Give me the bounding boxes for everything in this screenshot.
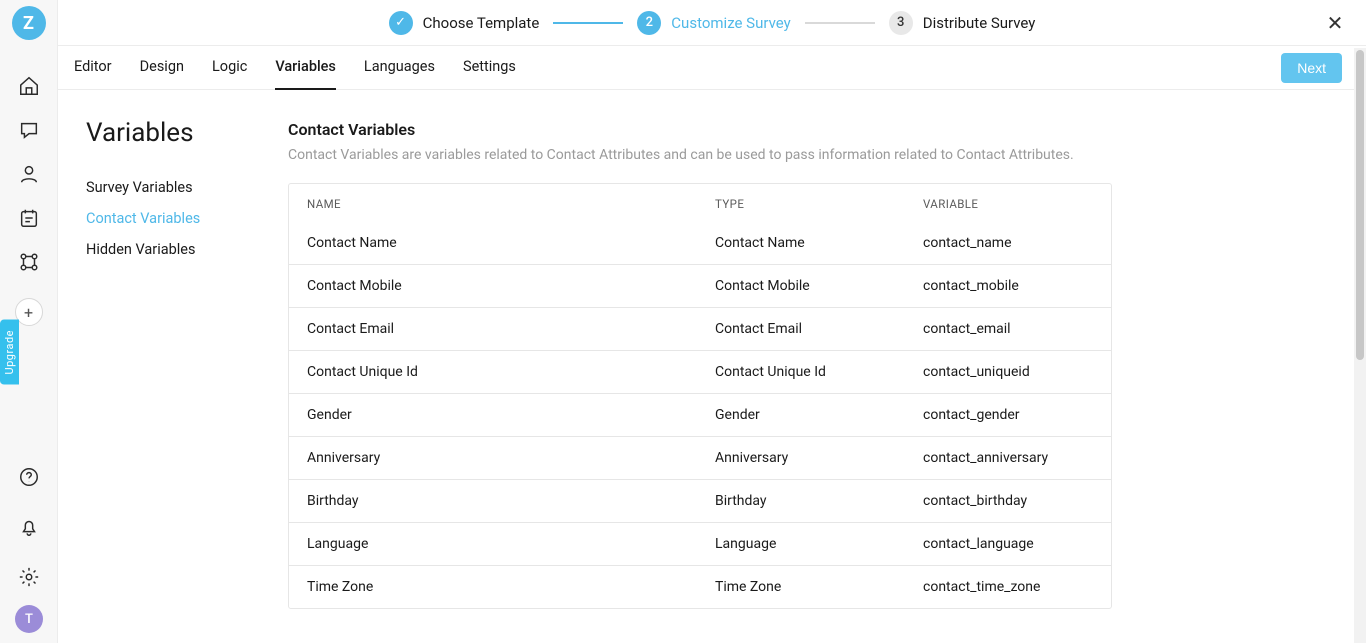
variables-subsidebar: Variables Survey Variables Contact Varia… <box>58 90 268 643</box>
next-button[interactable]: Next <box>1281 53 1342 83</box>
stepper-bar: ✓ Choose Template 2 Customize Survey 3 D… <box>58 0 1366 46</box>
notifications-icon[interactable] <box>9 507 49 547</box>
cell-type: Contact Unique Id <box>697 351 905 393</box>
content-area: Variables Survey Variables Contact Varia… <box>58 90 1354 643</box>
step-connector <box>805 22 875 24</box>
sidebar-item-survey-variables[interactable]: Survey Variables <box>86 172 268 203</box>
step-customize-survey[interactable]: 2 Customize Survey <box>637 11 790 35</box>
upgrade-tab[interactable]: Upgrade <box>0 320 19 385</box>
cell-type: Birthday <box>697 480 905 522</box>
cell-variable: contact_email <box>905 308 1111 350</box>
step-choose-template[interactable]: ✓ Choose Template <box>389 11 540 35</box>
check-icon: ✓ <box>389 11 413 35</box>
nav-home-icon[interactable] <box>9 66 49 106</box>
cell-type: Gender <box>697 394 905 436</box>
col-header-type: TYPE <box>697 184 905 222</box>
plus-icon: + <box>24 303 33 322</box>
col-header-variable: VARIABLE <box>905 184 1111 222</box>
scrollbar-thumb[interactable] <box>1356 50 1364 360</box>
table-row[interactable]: Contact MobileContact Mobilecontact_mobi… <box>289 264 1111 307</box>
table-row[interactable]: Contact EmailContact Emailcontact_email <box>289 307 1111 350</box>
step-number-icon: 3 <box>889 11 913 35</box>
cell-type: Anniversary <box>697 437 905 479</box>
close-icon[interactable]: ✕ <box>1324 12 1346 34</box>
cell-name: Contact Email <box>289 308 697 350</box>
cell-name: Contact Mobile <box>289 265 697 307</box>
step-label: Choose Template <box>423 14 540 32</box>
table-row[interactable]: Contact NameContact Namecontact_name <box>289 222 1111 264</box>
sidebar-item-contact-variables[interactable]: Contact Variables <box>86 203 268 234</box>
cell-variable: contact_birthday <box>905 480 1111 522</box>
nav-chat-icon[interactable] <box>9 110 49 150</box>
table-row[interactable]: Time ZoneTime Zonecontact_time_zone <box>289 565 1111 608</box>
upgrade-label: Upgrade <box>3 330 16 375</box>
tab-variables[interactable]: Variables <box>275 46 336 90</box>
app-logo-letter: Z <box>23 13 34 34</box>
help-icon[interactable] <box>9 457 49 497</box>
col-header-name: NAME <box>289 184 697 222</box>
cell-name: Time Zone <box>289 566 697 608</box>
avatar-letter: T <box>25 612 33 627</box>
app-logo[interactable]: Z <box>12 6 46 40</box>
cell-variable: contact_uniqueid <box>905 351 1111 393</box>
table-header-row: NAME TYPE VARIABLE <box>289 184 1111 222</box>
cell-variable: contact_time_zone <box>905 566 1111 608</box>
cell-name: Birthday <box>289 480 697 522</box>
step-label: Customize Survey <box>671 14 790 32</box>
cell-name: Anniversary <box>289 437 697 479</box>
nav-contacts-icon[interactable] <box>9 154 49 194</box>
cell-name: Contact Name <box>289 222 697 264</box>
step-label: Distribute Survey <box>923 14 1036 32</box>
cell-name: Contact Unique Id <box>289 351 697 393</box>
cell-variable: contact_anniversary <box>905 437 1111 479</box>
cell-type: Language <box>697 523 905 565</box>
user-avatar[interactable]: T <box>15 605 43 633</box>
tab-settings[interactable]: Settings <box>463 46 516 90</box>
cell-type: Time Zone <box>697 566 905 608</box>
table-row[interactable]: GenderGendercontact_gender <box>289 393 1111 436</box>
tab-design[interactable]: Design <box>140 46 184 90</box>
variables-table: NAME TYPE VARIABLE Contact NameContact N… <box>288 183 1112 609</box>
sidebar-item-hidden-variables[interactable]: Hidden Variables <box>86 234 268 265</box>
section-title: Contact Variables <box>288 120 1324 139</box>
rail-bottom-group: T <box>0 455 58 633</box>
cell-variable: contact_gender <box>905 394 1111 436</box>
section-description: Contact Variables are variables related … <box>288 147 1324 163</box>
cell-name: Gender <box>289 394 697 436</box>
tab-languages[interactable]: Languages <box>364 46 435 90</box>
step-number-icon: 2 <box>637 11 661 35</box>
nav-surveys-icon[interactable] <box>9 198 49 238</box>
tab-editor[interactable]: Editor <box>74 46 112 90</box>
step-connector <box>553 22 623 24</box>
cell-type: Contact Name <box>697 222 905 264</box>
tab-logic[interactable]: Logic <box>212 46 247 90</box>
left-rail: Z + Upgrade T <box>0 0 58 643</box>
cell-variable: contact_name <box>905 222 1111 264</box>
main-panel: Contact Variables Contact Variables are … <box>268 90 1354 643</box>
cell-variable: contact_mobile <box>905 265 1111 307</box>
tabs-bar: Editor Design Logic Variables Languages … <box>58 46 1366 90</box>
table-row[interactable]: Contact Unique IdContact Unique Idcontac… <box>289 350 1111 393</box>
table-row[interactable]: LanguageLanguagecontact_language <box>289 522 1111 565</box>
settings-icon[interactable] <box>9 557 49 597</box>
table-row[interactable]: AnniversaryAnniversarycontact_anniversar… <box>289 436 1111 479</box>
cell-variable: contact_language <box>905 523 1111 565</box>
window-scrollbar[interactable] <box>1354 48 1366 643</box>
cell-type: Contact Email <box>697 308 905 350</box>
cell-type: Contact Mobile <box>697 265 905 307</box>
page-title: Variables <box>86 118 268 148</box>
cell-name: Language <box>289 523 697 565</box>
nav-workflows-icon[interactable] <box>9 242 49 282</box>
step-distribute-survey[interactable]: 3 Distribute Survey <box>889 11 1036 35</box>
table-row[interactable]: BirthdayBirthdaycontact_birthday <box>289 479 1111 522</box>
